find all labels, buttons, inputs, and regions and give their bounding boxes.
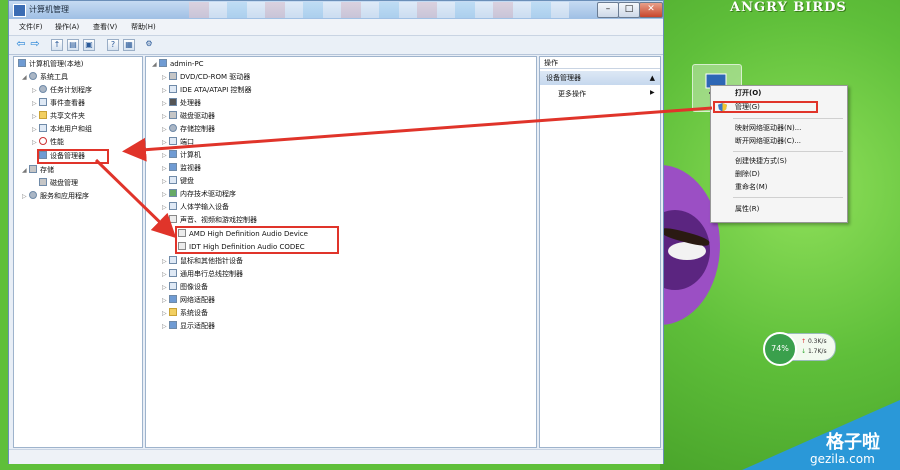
network-speed-widget[interactable]: 74% ↑ 0.3K/s ↓ 1.7K/s <box>763 332 836 366</box>
watermark-text: 格子啦 <box>826 432 880 453</box>
arrow-device-manager-to-audio <box>94 158 177 239</box>
upload-speed: ↑ 0.3K/s <box>801 338 827 345</box>
down-arrow-icon: ↓ <box>801 348 807 355</box>
up-arrow-icon: ↑ <box>801 338 807 345</box>
download-speed: ↓ 1.7K/s <box>801 348 827 355</box>
watermark-url: gezila.com <box>810 452 875 466</box>
cpu-usage-gauge: 74% <box>763 332 797 366</box>
arrow-manage-to-device-manager <box>122 106 713 162</box>
